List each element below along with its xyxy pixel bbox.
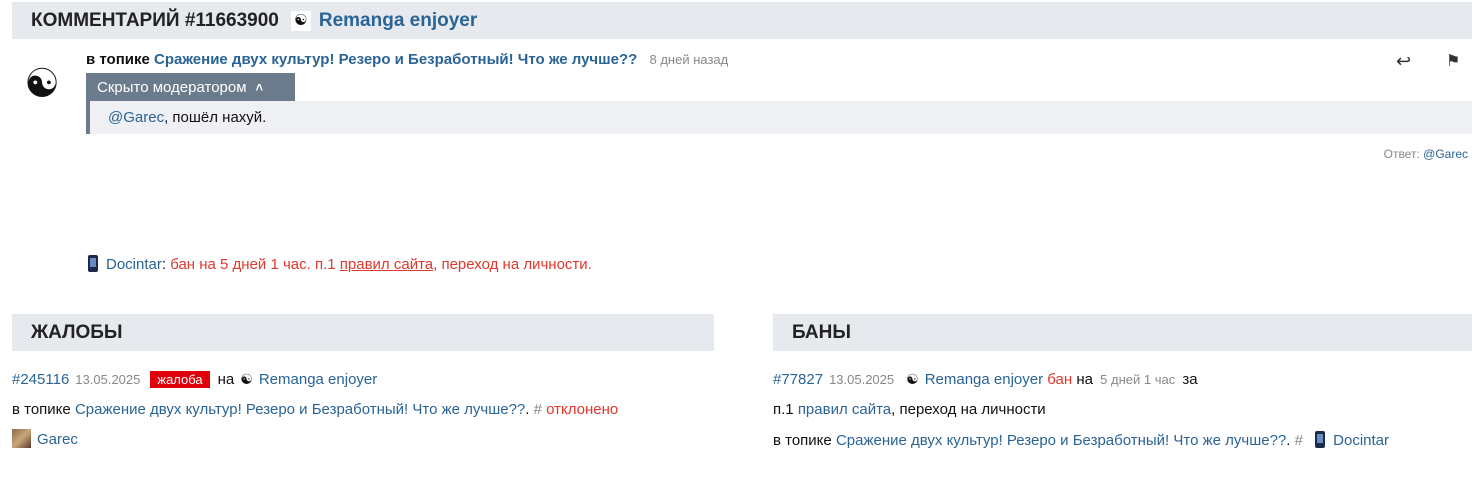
rules-link[interactable]: правил сайта xyxy=(340,256,433,273)
complaints-title: ЖАЛОБЫ xyxy=(31,321,123,343)
complaints-section-title: ЖАЛОБЫ xyxy=(12,314,714,351)
phone-icon xyxy=(88,255,98,272)
reply-to-label: Ответ: xyxy=(1383,147,1420,161)
dot: . xyxy=(1286,432,1291,449)
ban-row-3: в топике Сражение двух культур! Резеро и… xyxy=(773,431,1389,449)
ban-date: 13.05.2025 xyxy=(829,372,895,387)
ban-label: бан xyxy=(1047,371,1073,388)
moderator-link[interactable]: Docintar xyxy=(106,256,162,273)
comment-text: , пошёл нахуй. xyxy=(164,109,267,126)
on-label: на xyxy=(217,371,235,388)
ban-reason: , переход на личности. xyxy=(433,256,592,273)
ban-row-2: п.1 правил сайта, переход на личности xyxy=(773,401,1046,418)
ban-duration: 5 дней 1 час xyxy=(1100,372,1176,387)
complaint-hash-link[interactable]: # xyxy=(534,401,542,418)
complaint-badge: жалоба xyxy=(150,371,210,388)
ban-rules-link[interactable]: правил сайта xyxy=(798,401,891,418)
ban-hash-link[interactable]: # xyxy=(1295,432,1303,449)
phone-icon xyxy=(1315,431,1326,448)
reply-to-user-link[interactable]: @Garec xyxy=(1423,147,1468,161)
hidden-label: Скрыто модератором xyxy=(97,78,247,96)
complaint-id-link[interactable]: #245116 xyxy=(12,371,69,388)
mention-link[interactable]: @Garec xyxy=(108,109,164,126)
reply-icon[interactable]: ↩ xyxy=(1396,51,1411,72)
in-topic-label: в топике xyxy=(12,401,71,418)
hidden-by-moderator-toggle[interactable]: Скрыто модератором ˄ xyxy=(86,73,295,101)
banned-user-link[interactable]: Remanga enjoyer xyxy=(925,371,1043,388)
dot: . xyxy=(525,401,530,418)
for-label: за xyxy=(1182,371,1198,388)
bans-title: БАНЫ xyxy=(792,321,851,343)
comment-topic-line: в топике Сражение двух культур! Резеро и… xyxy=(86,51,728,68)
complaint-topic-link[interactable]: Сражение двух культур! Резеро и Безработ… xyxy=(75,401,525,418)
ban-moderator-link[interactable]: Docintar xyxy=(1333,432,1389,449)
comment-header: КОММЕНТАРИЙ #11663900 ☯ Remanga enjoyer xyxy=(12,2,1472,39)
comment-body: @Garec , пошёл нахуй. xyxy=(86,101,1472,134)
rule-prefix: п.1 xyxy=(773,401,794,418)
reporter-avatar xyxy=(12,429,31,448)
comment-time[interactable]: 8 дней назад xyxy=(649,52,728,67)
reporter-link[interactable]: Garec xyxy=(37,431,78,448)
ban-reason: , переход на личности xyxy=(891,401,1046,418)
avatar[interactable]: ☯ xyxy=(22,64,62,104)
on-label: на xyxy=(1076,371,1093,388)
complaint-target-link[interactable]: Remanga enjoyer xyxy=(259,371,377,388)
ban-row-1: #77827 13.05.2025 ☯ Remanga enjoyer бан на … xyxy=(773,371,1198,388)
complaint-row-3: Garec xyxy=(12,429,78,448)
ban-id-link[interactable]: #77827 xyxy=(773,371,823,388)
yin-yang-icon: ☯ xyxy=(240,371,253,387)
complaint-row-1: #245116 13.05.2025 жалоба на ☯ Remanga enjoye… xyxy=(12,371,377,388)
reply-to: Ответ: @Garec xyxy=(1384,147,1468,161)
moderator-note: Docintar: бан на 5 дней 1 час. п.1 прави… xyxy=(88,255,592,273)
topic-link[interactable]: Сражение двух культур! Резеро и Безработ… xyxy=(154,51,637,68)
ban-text: бан на 5 дней 1 час. п.1 xyxy=(170,256,336,273)
author-link[interactable]: Remanga enjoyer xyxy=(319,10,477,32)
flag-icon[interactable]: ⚑ xyxy=(1446,51,1460,71)
complaint-date: 13.05.2025 xyxy=(75,372,141,387)
yin-yang-icon: ☯ xyxy=(906,371,919,387)
colon: : xyxy=(161,256,167,273)
in-topic-label: в топике xyxy=(773,432,832,449)
ban-topic-link[interactable]: Сражение двух культур! Резеро и Безработ… xyxy=(836,432,1286,449)
bans-section-title: БАНЫ xyxy=(773,314,1472,351)
yin-yang-icon: ☯ xyxy=(290,10,311,31)
chevron-up-icon: ˄ xyxy=(255,79,264,95)
page-title: КОММЕНТАРИЙ #11663900 xyxy=(31,9,279,31)
in-topic-label: в топике xyxy=(86,51,150,68)
complaint-row-2: в топике Сражение двух культур! Резеро и… xyxy=(12,401,618,418)
complaint-status: отклонено xyxy=(546,401,619,418)
